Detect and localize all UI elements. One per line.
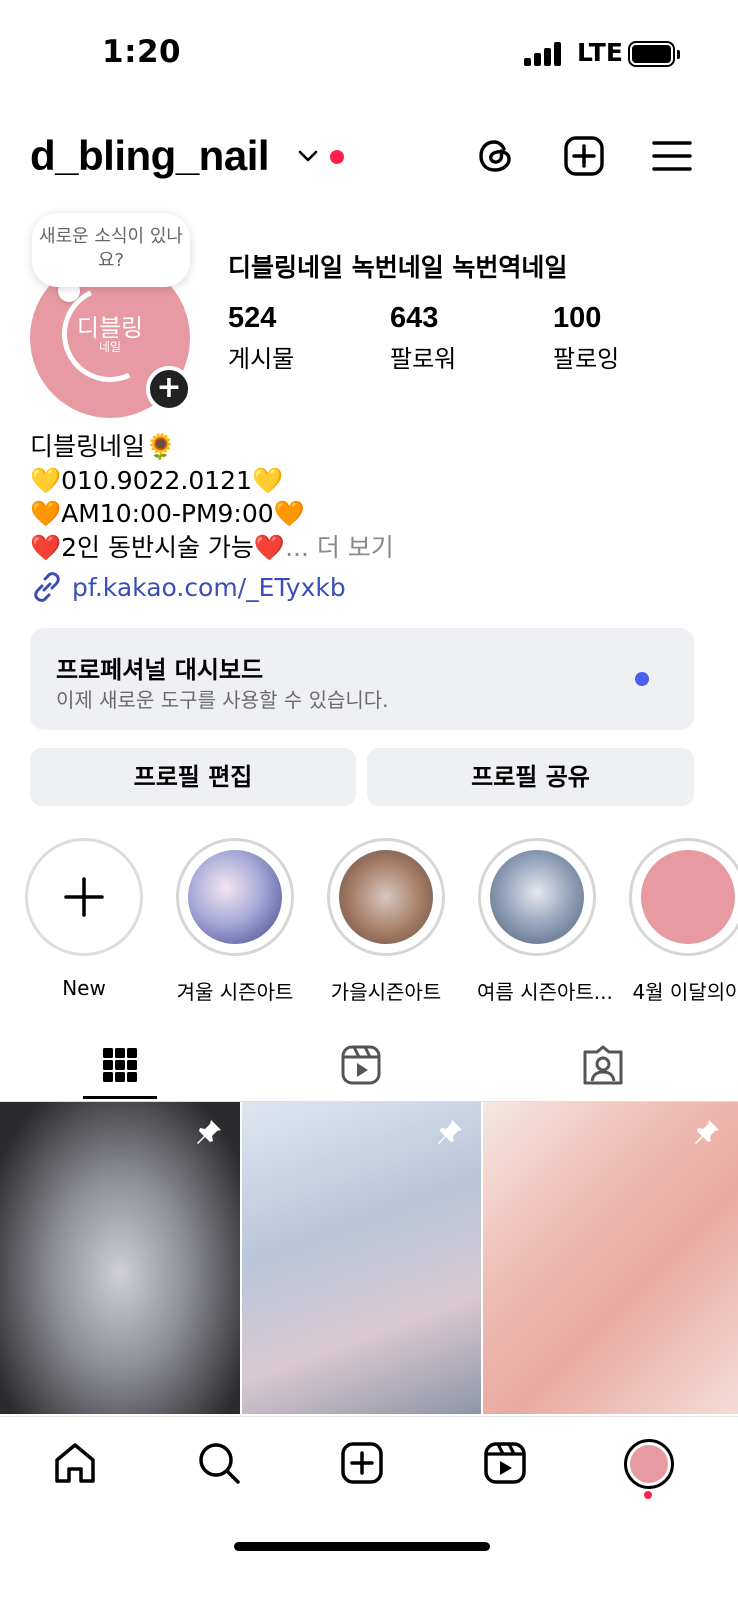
status-time: 1:20 [102, 34, 182, 70]
notification-dot [644, 1491, 652, 1499]
display-name: 디블링네일 녹번네일 녹번역네일 [228, 253, 568, 282]
stat-followers[interactable]: 643 팔로워 [390, 302, 456, 374]
share-profile-button[interactable]: 프로필 공유 [367, 748, 694, 806]
bio-line: ❤️2인 동반시술 가능❤️ [30, 532, 286, 562]
create-icon[interactable] [338, 1439, 386, 1487]
stat-value: 524 [228, 302, 277, 334]
tagged-icon [583, 1045, 623, 1085]
highlight-label: 겨울 시즌아트 [176, 980, 294, 1004]
link-text: pf.kakao.com/_ETyxkb [72, 572, 346, 602]
stat-label: 팔로워 [390, 345, 457, 373]
highlight-item[interactable]: 여름 시즌아트... [477, 838, 613, 1005]
chevron-down-icon[interactable] [296, 144, 320, 168]
professional-dashboard[interactable]: 프로페셔널 대시보드 이제 새로운 도구를 사용할 수 있습니다. [30, 628, 694, 730]
threads-icon[interactable] [474, 134, 518, 178]
post-thumbnail[interactable] [242, 1102, 481, 1414]
stat-value: 643 [390, 302, 439, 334]
stat-posts[interactable]: 524 게시물 [228, 302, 294, 374]
reels-icon [341, 1045, 381, 1085]
battery-icon [628, 41, 680, 67]
content-tabs [0, 1030, 738, 1102]
grid-icon [103, 1048, 137, 1082]
highlight-new[interactable]: New [24, 838, 144, 1000]
tab-tagged[interactable] [566, 1030, 640, 1100]
profile-link[interactable]: pf.kakao.com/_ETyxkb [30, 570, 346, 604]
stat-label: 게시물 [228, 345, 295, 373]
signal-icon [524, 42, 564, 66]
menu-icon[interactable] [650, 134, 694, 178]
search-icon[interactable] [195, 1439, 243, 1487]
home-icon[interactable] [51, 1439, 99, 1487]
bio-line: 🧡AM10:00-PM9:00🧡 [30, 499, 305, 528]
more-link[interactable]: ... 더 보기 [285, 533, 394, 562]
add-story-button[interactable]: + [146, 366, 192, 412]
pin-icon [695, 1120, 719, 1144]
active-tab-indicator [83, 1096, 157, 1099]
status-bar: 1:20 LTE [0, 0, 738, 100]
highlight-label: 4월 이달의아 [632, 980, 738, 1004]
pin-icon [438, 1120, 462, 1144]
tab-reels[interactable] [324, 1030, 398, 1100]
stat-label: 팔로잉 [553, 345, 620, 373]
dashboard-subtitle: 이제 새로운 도구를 사용할 수 있습니다. [56, 688, 389, 712]
dashboard-new-dot [635, 672, 649, 686]
highlight-item[interactable]: 겨울 시즌아트 [175, 838, 295, 1005]
highlight-label: 가을시즌아트 [330, 980, 442, 1004]
plus-icon [64, 877, 104, 917]
stat-value: 100 [553, 302, 602, 334]
story-highlights: New 겨울 시즌아트 가을시즌아트 여름 시즌아트... 4월 이달의아 [0, 838, 738, 1004]
profile-tab-avatar[interactable] [624, 1439, 674, 1489]
tab-grid[interactable] [83, 1030, 157, 1100]
link-icon [34, 572, 60, 602]
note-bubble[interactable]: 새로운 소식이 있나요? [32, 213, 190, 287]
dashboard-title: 프로페셔널 대시보드 [56, 656, 264, 684]
bio-line: 디블링네일🌻 [30, 432, 177, 461]
post-thumbnail[interactable] [0, 1102, 240, 1414]
notification-dot [330, 150, 344, 164]
stat-following[interactable]: 100 팔로잉 [553, 302, 619, 374]
network-label: LTE [577, 38, 623, 67]
avatar [630, 1445, 668, 1483]
bottom-nav [0, 1416, 738, 1600]
avatar-logo-sub: 네일 [98, 340, 122, 354]
create-post-icon[interactable] [562, 134, 606, 178]
pin-icon [197, 1120, 221, 1144]
edit-profile-button[interactable]: 프로필 편집 [30, 748, 356, 806]
highlight-item[interactable]: 가을시즌아트 [326, 838, 446, 1005]
post-thumbnail[interactable] [483, 1102, 738, 1414]
reels-icon[interactable] [481, 1439, 529, 1487]
bio: 디블링네일🌻 💛010.9022.0121💛 🧡AM10:00-PM9:00🧡 … [30, 430, 394, 564]
profile-header: d_bling_nail [0, 128, 738, 188]
home-indicator[interactable] [234, 1542, 490, 1551]
highlight-item[interactable]: 4월 이달의아 [628, 838, 738, 1005]
post-grid [0, 1102, 738, 1414]
highlight-label: New [62, 976, 106, 1000]
highlight-label: 여름 시즌아트... [477, 980, 613, 1004]
bio-line: 💛010.9022.0121💛 [30, 465, 284, 495]
username[interactable]: d_bling_nail [30, 132, 270, 180]
